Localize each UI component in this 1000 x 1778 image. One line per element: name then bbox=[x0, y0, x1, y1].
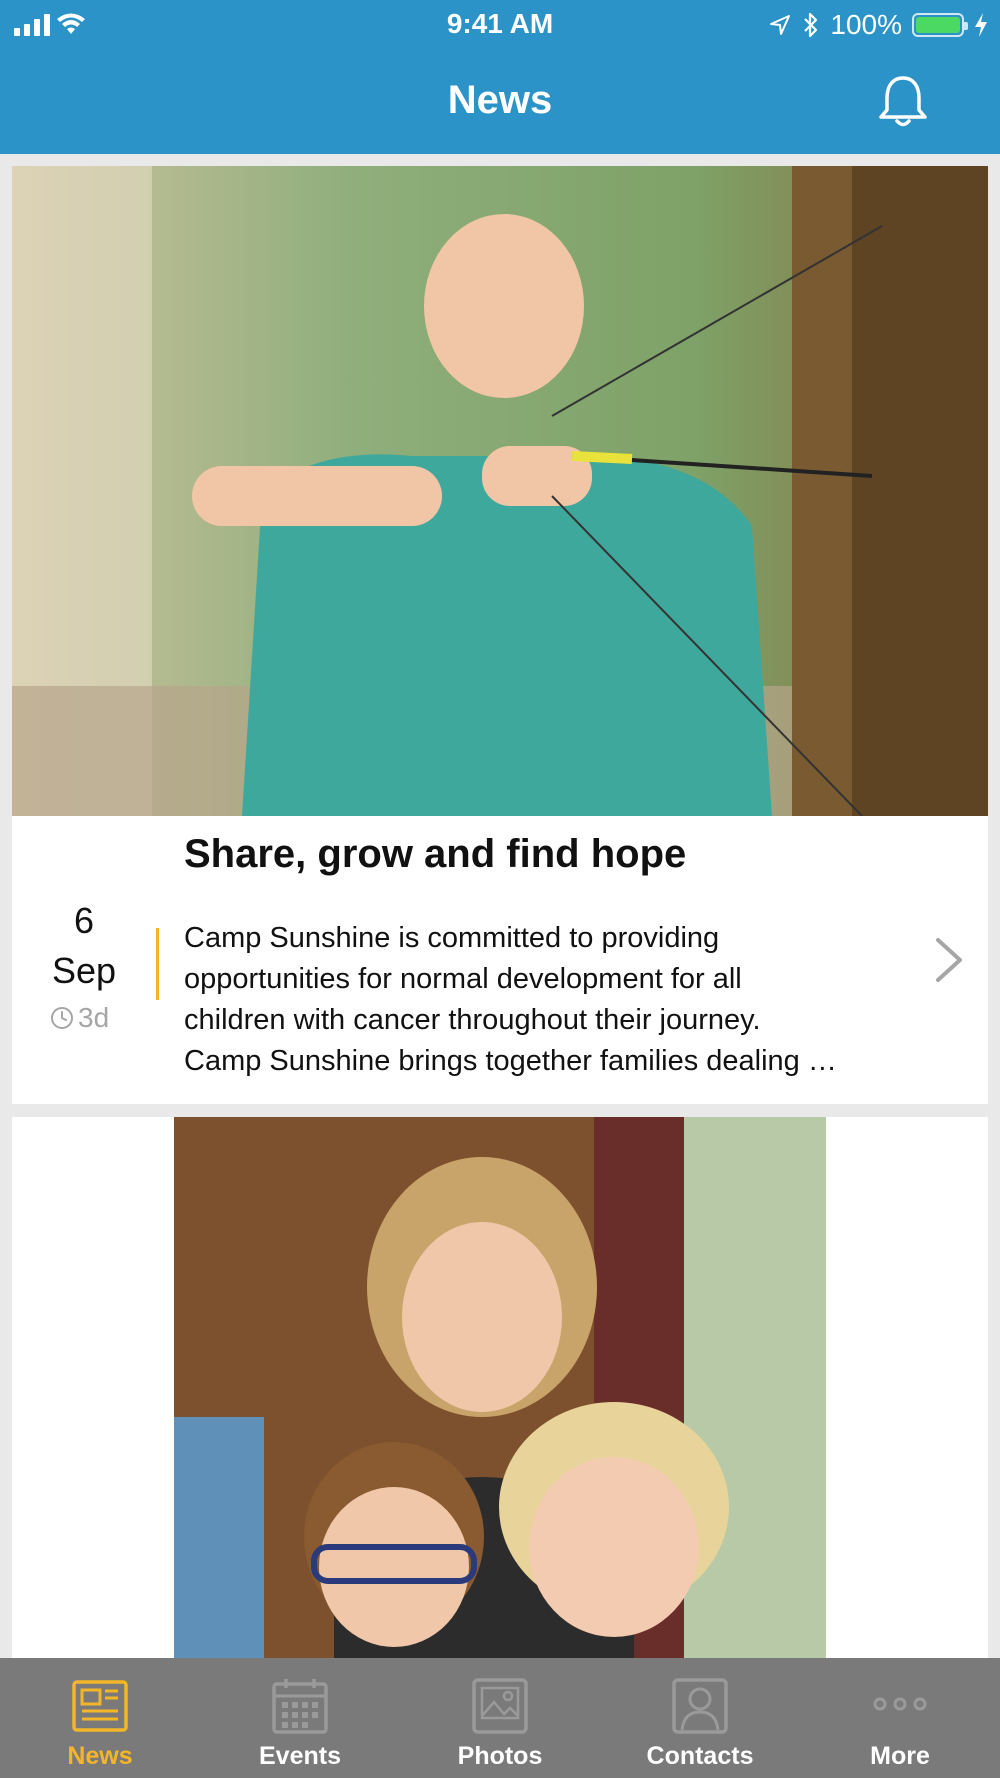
tab-bar: News Events Photos Contacts More bbox=[0, 1658, 1000, 1778]
time-ago: 3d bbox=[50, 1002, 109, 1034]
battery-icon bbox=[912, 13, 968, 37]
contact-icon bbox=[672, 1678, 728, 1734]
calendar-icon bbox=[272, 1679, 328, 1734]
time-ago-label: 3d bbox=[78, 1002, 110, 1033]
app-header: 9:41 AM 100% News bbox=[0, 0, 1000, 154]
clock-icon bbox=[51, 1007, 73, 1029]
date-day: 6 bbox=[73, 900, 95, 941]
tab-news[interactable]: News bbox=[0, 1658, 200, 1778]
tab-photos[interactable]: Photos bbox=[400, 1658, 600, 1778]
tab-label: More bbox=[870, 1742, 930, 1770]
news-card-excerpt: Camp Sunshine is committed to providing … bbox=[184, 918, 884, 1082]
status-bar: 9:41 AM 100% bbox=[0, 0, 1000, 50]
tab-contacts[interactable]: Contacts bbox=[600, 1658, 800, 1778]
charging-bolt-icon bbox=[975, 13, 987, 37]
excerpt-line: Camp Sunshine is committed to providing bbox=[184, 922, 720, 954]
excerpt-line: children with cancer throughout their jo… bbox=[184, 1004, 761, 1036]
tab-label: Photos bbox=[457, 1742, 543, 1770]
news-card-body[interactable]: 6 Sep 3d Share, grow and find hope Camp … bbox=[12, 816, 988, 1104]
news-card[interactable]: 6 Sep 3d Share, grow and find hope Camp … bbox=[12, 166, 988, 1104]
archery-photo bbox=[12, 166, 988, 816]
bluetooth-icon bbox=[804, 12, 818, 38]
status-right: 100% bbox=[768, 9, 988, 41]
news-card-title[interactable]: Share, grow and find hope bbox=[184, 832, 686, 877]
tab-label: News bbox=[67, 1742, 133, 1770]
news-card[interactable] bbox=[12, 1117, 988, 1658]
tab-events[interactable]: Events bbox=[200, 1658, 400, 1778]
location-arrow-icon bbox=[770, 15, 791, 35]
news-feed[interactable]: 6 Sep 3d Share, grow and find hope Camp … bbox=[0, 154, 1000, 1658]
more-icon bbox=[873, 1697, 927, 1711]
news-card-image[interactable] bbox=[174, 1117, 826, 1658]
battery-fill bbox=[916, 17, 960, 33]
news-card-image[interactable] bbox=[12, 166, 988, 816]
newspaper-icon bbox=[72, 1680, 128, 1732]
tab-more[interactable]: More bbox=[800, 1658, 1000, 1778]
bell-icon[interactable] bbox=[878, 74, 928, 130]
page-title: News bbox=[447, 78, 553, 122]
family-photo bbox=[174, 1117, 826, 1658]
date-month: Sep bbox=[51, 950, 117, 991]
news-card-date: 6 Sep 3d bbox=[12, 816, 156, 1104]
excerpt-line: opportunities for normal development for… bbox=[184, 963, 742, 995]
excerpt-line: Camp Sunshine brings together families d… bbox=[184, 1045, 837, 1077]
tab-label: Events bbox=[259, 1742, 341, 1770]
battery-percent: 100% bbox=[830, 9, 902, 40]
tab-label: Contacts bbox=[646, 1742, 754, 1770]
accent-divider bbox=[156, 928, 159, 1000]
photo-icon bbox=[472, 1678, 528, 1734]
chevron-right-icon[interactable] bbox=[934, 936, 964, 984]
